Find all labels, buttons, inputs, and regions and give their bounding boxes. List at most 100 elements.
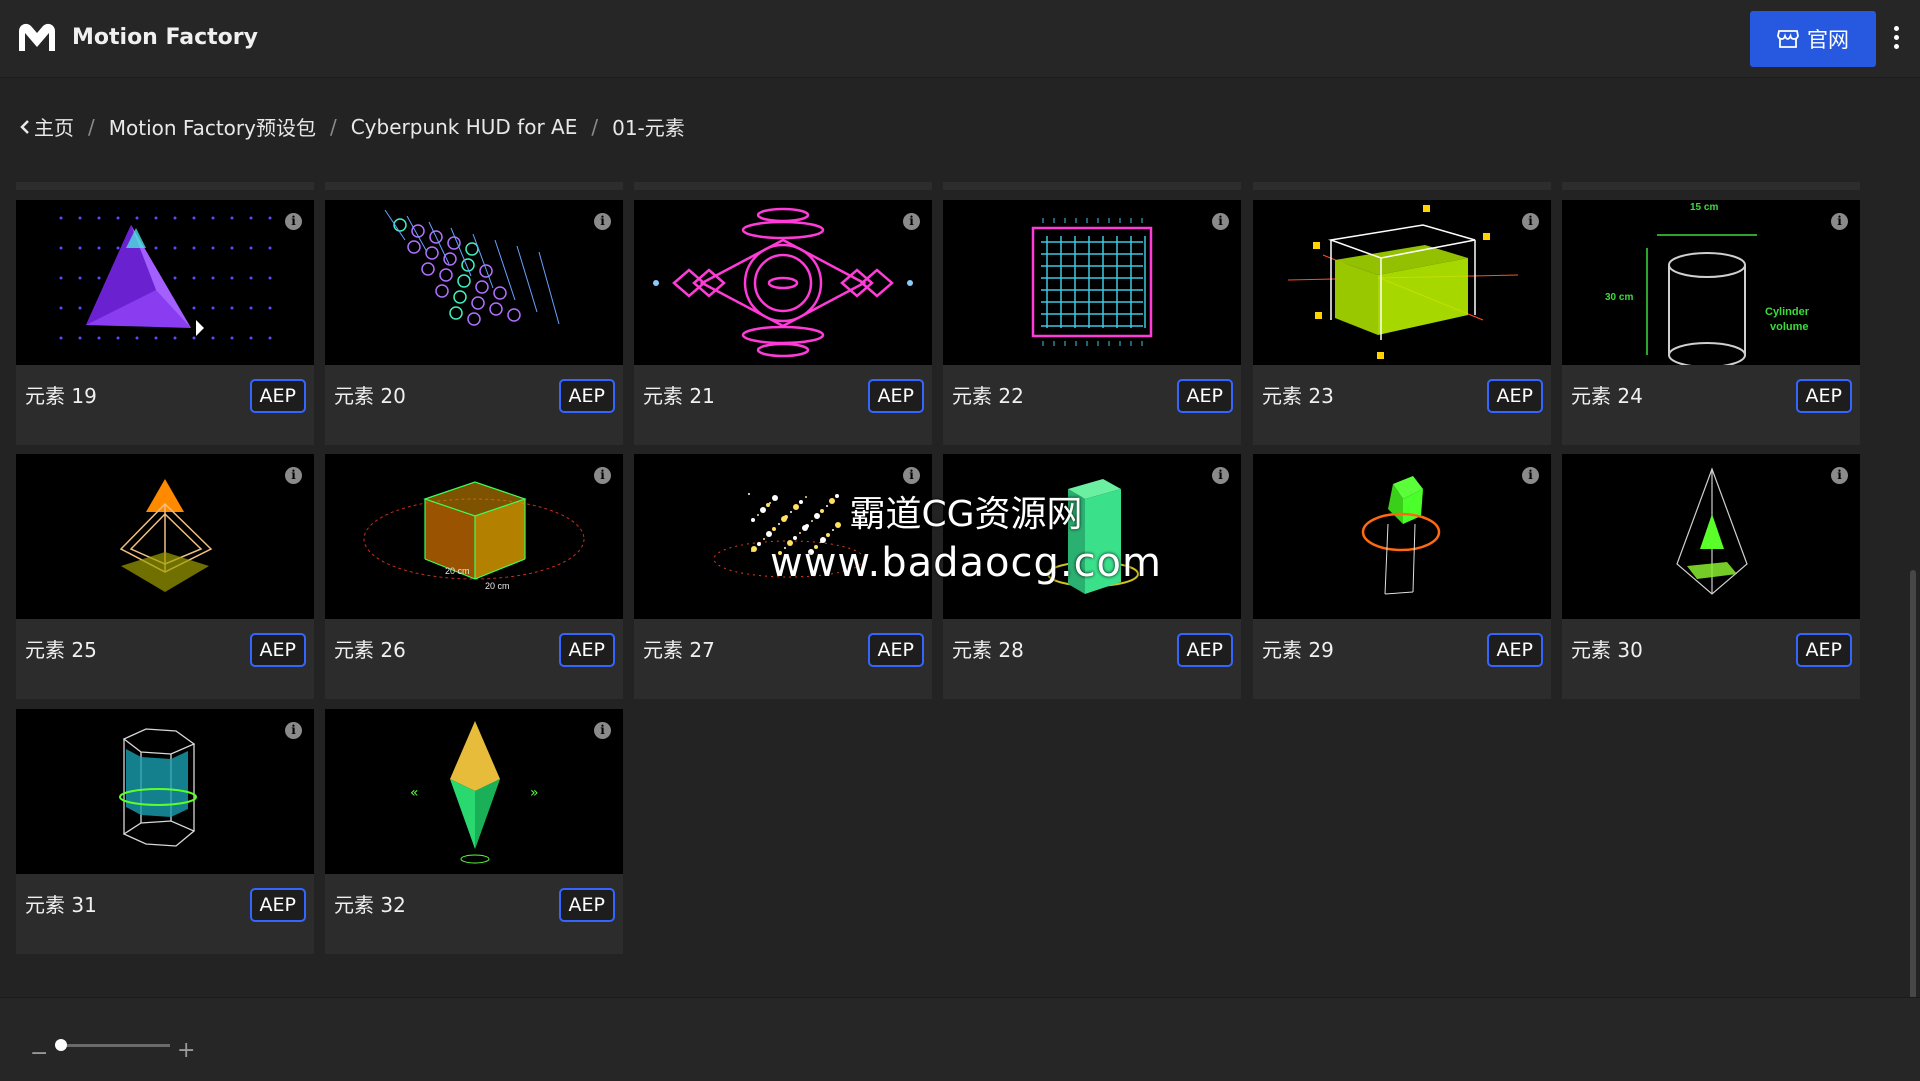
partial-card[interactable]: [325, 182, 623, 190]
asset-thumbnail[interactable]: [634, 454, 932, 619]
info-icon[interactable]: i: [1212, 213, 1229, 230]
asset-name: 元素 32: [334, 893, 406, 917]
bottom-bar: [0, 997, 1920, 1081]
breadcrumb-item-home[interactable]: 主页: [34, 112, 74, 141]
info-icon[interactable]: i: [1522, 213, 1539, 230]
thumbnail-art: [119, 728, 197, 847]
thumbnail-art: 20 cm 20 cm: [363, 481, 585, 591]
info-icon[interactable]: i: [594, 722, 611, 739]
asset-name: 元素 20: [334, 384, 406, 408]
aep-badge: AEP: [249, 888, 306, 922]
info-icon[interactable]: i: [903, 213, 920, 230]
info-icon[interactable]: i: [594, 213, 611, 230]
aep-badge: AEP: [867, 633, 924, 667]
zoom-out-button[interactable]: −: [30, 1043, 48, 1065]
asset-thumbnail[interactable]: [1253, 454, 1551, 619]
asset-card[interactable]: i 元素 23 AEP: [1253, 200, 1551, 445]
asset-card[interactable]: i 元素 21 AEP: [634, 200, 932, 445]
asset-card[interactable]: i 元素 25 AEP: [16, 454, 314, 699]
official-site-button[interactable]: 官网: [1750, 11, 1876, 67]
asset-thumbnail[interactable]: 20 cm 20 cm: [325, 454, 623, 619]
zoom-in-button[interactable]: +: [177, 1040, 195, 1062]
asset-name: 元素 23: [1262, 384, 1334, 408]
aep-badge: AEP: [1486, 633, 1543, 667]
asset-name: 元素 22: [952, 384, 1024, 408]
asset-card[interactable]: i 元素 29 AEP: [1253, 454, 1551, 699]
thumbnail-art: [384, 209, 560, 326]
aep-badge: AEP: [1486, 379, 1543, 413]
thumbnail-art: [59, 216, 272, 340]
partial-card[interactable]: [634, 182, 932, 190]
asset-thumbnail[interactable]: [16, 454, 314, 619]
dimension-label: 30 cm: [1605, 292, 1633, 303]
partial-card[interactable]: [1562, 182, 1860, 190]
thumbnail-art: [1361, 476, 1441, 595]
aep-badge: AEP: [249, 633, 306, 667]
info-icon[interactable]: i: [1212, 467, 1229, 484]
thumbnail-art: [653, 207, 913, 358]
asset-card[interactable]: i 元素 31 AEP: [16, 709, 314, 954]
svg-text:»: »: [530, 785, 539, 801]
asset-card[interactable]: i 元素 22 AEP: [943, 200, 1241, 445]
asset-thumbnail[interactable]: [1253, 200, 1551, 365]
asset-card[interactable]: i 元素 20 AEP: [325, 200, 623, 445]
asset-card[interactable]: i 元素 27 AEP: [634, 454, 932, 699]
aep-badge: AEP: [1176, 379, 1233, 413]
store-icon: [1777, 30, 1799, 48]
thumbnail-art: [1047, 479, 1139, 594]
thumbnail-art: [1031, 218, 1153, 346]
breadcrumb-item-presets[interactable]: Motion Factory预设包: [109, 112, 316, 141]
asset-thumbnail[interactable]: [634, 200, 932, 365]
asset-thumbnail[interactable]: [16, 200, 314, 365]
asset-name: 元素 30: [1571, 638, 1643, 662]
asset-name: 元素 25: [25, 638, 97, 662]
aep-badge: AEP: [1795, 633, 1852, 667]
breadcrumb-separator: /: [88, 114, 95, 139]
asset-card[interactable]: 15 cm 30 cm Cylinder volume i 元素 24 AEP: [1562, 200, 1860, 445]
partial-card[interactable]: [1253, 182, 1551, 190]
overlay-label: Cylinder: [1765, 306, 1810, 318]
asset-name: 元素 19: [25, 384, 97, 408]
asset-thumbnail[interactable]: 15 cm 30 cm Cylinder volume: [1562, 200, 1860, 365]
chevron-left-icon: [20, 119, 29, 134]
breadcrumb-item-pack[interactable]: Cyberpunk HUD for AE: [351, 115, 578, 139]
motion-factory-logo-icon[interactable]: [16, 21, 58, 55]
info-icon[interactable]: i: [285, 722, 302, 739]
scrollbar[interactable]: [1910, 570, 1916, 1000]
asset-card[interactable]: «» i 元素 32 AEP: [325, 709, 623, 954]
top-bar: Motion Factory 官网: [0, 0, 1920, 78]
dimension-label: 20 cm: [485, 581, 510, 591]
kebab-menu-icon[interactable]: [1888, 26, 1904, 52]
asset-grid: i 元素 19 AEP i 元素 20 AEP i 元素 21 AEP i 元素…: [0, 178, 1900, 994]
asset-thumbnail[interactable]: [325, 200, 623, 365]
asset-name: 元素 29: [1262, 638, 1334, 662]
info-icon[interactable]: i: [285, 467, 302, 484]
aep-badge: AEP: [1176, 633, 1233, 667]
info-icon[interactable]: i: [903, 467, 920, 484]
aep-badge: AEP: [249, 379, 306, 413]
info-icon[interactable]: i: [285, 213, 302, 230]
asset-thumbnail[interactable]: [1562, 454, 1860, 619]
asset-thumbnail[interactable]: [16, 709, 314, 874]
asset-thumbnail[interactable]: «»: [325, 709, 623, 874]
thumbnail-art: [713, 493, 865, 578]
asset-card[interactable]: 20 cm 20 cm i 元素 26 AEP: [325, 454, 623, 699]
partial-card[interactable]: [16, 182, 314, 190]
app-title: Motion Factory: [72, 25, 258, 50]
zoom-slider-track[interactable]: [56, 1044, 170, 1047]
info-icon[interactable]: i: [594, 467, 611, 484]
breadcrumb-separator: /: [591, 114, 599, 139]
asset-name: 元素 28: [952, 638, 1024, 662]
breadcrumb-home[interactable]: 主页: [20, 112, 74, 141]
partial-card[interactable]: [943, 182, 1241, 190]
asset-thumbnail[interactable]: [943, 454, 1241, 619]
asset-name: 元素 31: [25, 893, 97, 917]
thumbnail-art: «»: [410, 721, 539, 864]
info-icon[interactable]: i: [1831, 213, 1848, 230]
asset-card[interactable]: i 元素 28 AEP: [943, 454, 1241, 699]
asset-thumbnail[interactable]: [943, 200, 1241, 365]
asset-card[interactable]: i 元素 19 AEP: [16, 200, 314, 445]
asset-card[interactable]: i 元素 30 AEP: [1562, 454, 1860, 699]
info-icon[interactable]: i: [1831, 467, 1848, 484]
info-icon[interactable]: i: [1522, 467, 1539, 484]
